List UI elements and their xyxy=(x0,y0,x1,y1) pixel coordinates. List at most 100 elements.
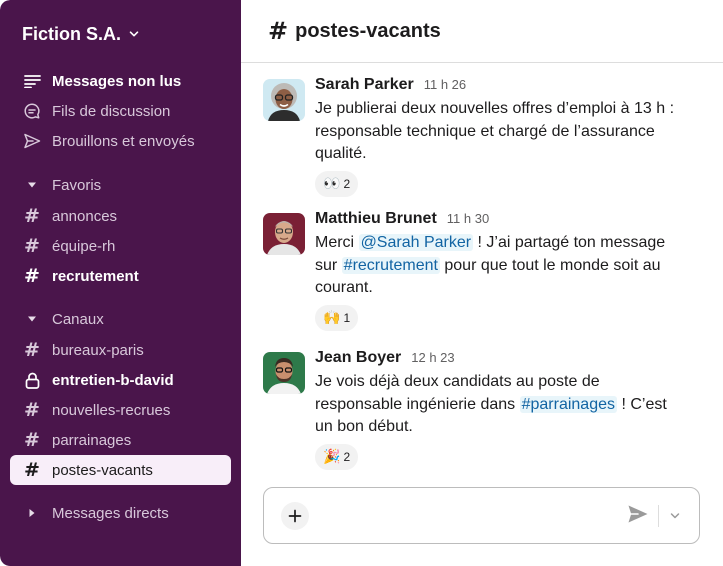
text-segment: responsable ingénierie dans xyxy=(315,395,520,413)
send-button[interactable] xyxy=(627,504,651,528)
channel-hash-icon: # xyxy=(24,398,40,421)
author-name[interactable]: Matthieu Brunet xyxy=(315,210,437,228)
author-name[interactable]: Sarah Parker xyxy=(315,76,414,94)
avatar[interactable] xyxy=(263,213,305,255)
channel-hash-icon: # xyxy=(24,338,40,361)
raised-hands-emoji-icon: 🙌 xyxy=(323,309,341,326)
timestamp[interactable]: 11 h 26 xyxy=(424,77,466,92)
sidebar-item-threads[interactable]: Fils de discussion xyxy=(10,96,231,126)
reaction-count: 1 xyxy=(343,310,351,325)
sidebar-item-unread[interactable]: Messages non lus xyxy=(10,66,231,96)
workspace-switcher[interactable]: Fiction S.A. xyxy=(22,20,139,48)
reaction-pill[interactable]: 🎉 2 xyxy=(315,443,359,470)
caret-right-icon xyxy=(24,508,40,518)
channel-label: équipe-rh xyxy=(52,237,116,255)
message-body: Jean Boyer 12 h 23 Je vois déjà deux can… xyxy=(315,349,715,470)
sidebar-item-channel[interactable]: # recrutement xyxy=(10,261,231,291)
section-favoris[interactable]: Favoris xyxy=(10,171,231,199)
channel-label: recrutement xyxy=(52,267,139,285)
sidebar-item-channel[interactable]: # annonces xyxy=(10,201,231,231)
sidebar-item-channel[interactable]: # équipe-rh xyxy=(10,231,231,261)
add-attachment-button[interactable] xyxy=(281,502,309,530)
caret-down-icon xyxy=(24,315,40,323)
divider xyxy=(658,505,659,527)
workspace-name: Fiction S.A. xyxy=(22,23,121,44)
sidebar-item-channel[interactable]: entretien-b-david xyxy=(10,365,231,395)
party-popper-emoji-icon: 🎉 xyxy=(323,448,341,465)
send-icon xyxy=(628,505,648,523)
message-text: Merci @Sarah Parker ! J’ai partagé ton m… xyxy=(315,232,715,300)
channel-link[interactable]: #parrainages xyxy=(519,395,617,413)
message-line: Je vois déjà deux candidats au poste de xyxy=(315,373,600,390)
message-line: un bon début. xyxy=(315,418,413,435)
channel-hash-icon: # xyxy=(24,458,40,481)
channel-hash-icon: # xyxy=(268,17,289,45)
section-label: Favoris xyxy=(52,176,102,194)
reaction-pill[interactable]: 👀 2 xyxy=(315,170,359,197)
message-line: qualité. xyxy=(315,145,367,162)
section-label: Messages directs xyxy=(52,504,169,522)
message-header: Matthieu Brunet 11 h 30 xyxy=(315,210,715,232)
sidebar-item-channel[interactable]: # bureaux-paris xyxy=(10,335,231,365)
section-direct-messages[interactable]: Messages directs xyxy=(10,499,231,527)
timestamp[interactable]: 12 h 23 xyxy=(411,350,454,365)
sidebar-item-label: Fils de discussion xyxy=(52,102,171,120)
channel-link[interactable]: #recrutement xyxy=(341,256,440,274)
reaction-count: 2 xyxy=(343,176,351,191)
message-line: responsable ingénierie dans #parrainages… xyxy=(315,394,715,417)
channel-header[interactable]: # postes-vacants xyxy=(241,0,723,63)
lock-icon xyxy=(22,372,42,389)
channel-hash-icon: # xyxy=(24,264,40,287)
channel-label: parrainages xyxy=(52,431,132,449)
sidebar-item-label: Messages non lus xyxy=(52,72,182,90)
channel-label: entretien-b-david xyxy=(52,371,174,389)
send-options-button[interactable] xyxy=(665,505,685,527)
message-line: courant. xyxy=(315,279,373,296)
message-header: Jean Boyer 12 h 23 xyxy=(315,349,715,371)
message-text: Je publierai deux nouvelles offres d’emp… xyxy=(315,98,715,166)
text-segment: Merci xyxy=(315,234,359,251)
channel-label: bureaux-paris xyxy=(52,341,144,359)
section-canaux[interactable]: Canaux xyxy=(10,305,231,333)
author-name[interactable]: Jean Boyer xyxy=(315,349,401,367)
caret-down-icon xyxy=(24,181,40,189)
user-mention[interactable]: @Sarah Parker xyxy=(358,234,474,251)
channel-label: nouvelles-recrues xyxy=(52,401,171,419)
chevron-down-icon xyxy=(670,513,680,519)
unread-messages-icon xyxy=(22,74,42,88)
sidebar-item-channel[interactable]: # parrainages xyxy=(10,425,231,455)
text-segment: pour que tout le monde soit au xyxy=(439,256,661,274)
text-segment: sur xyxy=(315,256,342,274)
text-segment: ! C’est xyxy=(617,395,667,413)
sidebar-item-channel-active[interactable]: # postes-vacants xyxy=(10,455,231,485)
app-window: Fiction S.A. Messages non lus Fils de di… xyxy=(0,0,723,566)
channel-label: postes-vacants xyxy=(52,461,153,479)
message-composer xyxy=(263,487,700,544)
channel-hash-icon: # xyxy=(24,204,40,227)
timestamp[interactable]: 11 h 30 xyxy=(447,211,489,226)
main-pane: # postes-vacants Sarah Parker 11 h 26 Je… xyxy=(241,0,723,566)
sidebar-item-drafts[interactable]: Brouillons et envoyés xyxy=(10,126,231,156)
message-line: sur #recrutement pour que tout le monde … xyxy=(315,255,715,278)
sidebar-item-channel[interactable]: # nouvelles-recrues xyxy=(10,395,231,425)
message-line: responsable technique et chargé de l’ass… xyxy=(315,122,655,140)
message-header: Sarah Parker 11 h 26 xyxy=(315,76,715,98)
sidebar: Fiction S.A. Messages non lus Fils de di… xyxy=(0,0,241,566)
chevron-down-icon xyxy=(129,31,139,37)
avatar[interactable] xyxy=(263,79,305,121)
channel-hash-icon: # xyxy=(24,234,40,257)
send-icon xyxy=(22,133,42,149)
avatar[interactable] xyxy=(263,352,305,394)
message-body: Sarah Parker 11 h 26 Je publierai deux n… xyxy=(315,76,715,197)
channel-hash-icon: # xyxy=(24,428,40,451)
sidebar-item-label: Brouillons et envoyés xyxy=(52,132,195,150)
reaction-count: 2 xyxy=(343,449,351,464)
message-line: Merci @Sarah Parker ! J’ai partagé ton m… xyxy=(315,232,715,255)
reaction-pill[interactable]: 🙌 1 xyxy=(315,304,359,331)
threads-icon xyxy=(22,102,42,120)
message-text: Je vois déjà deux candidats au poste de … xyxy=(315,371,715,439)
text-segment: ! J’ai partagé ton message xyxy=(473,234,666,251)
message-input[interactable] xyxy=(320,502,610,530)
section-label: Canaux xyxy=(52,310,104,328)
channel-title: postes-vacants xyxy=(295,19,441,42)
